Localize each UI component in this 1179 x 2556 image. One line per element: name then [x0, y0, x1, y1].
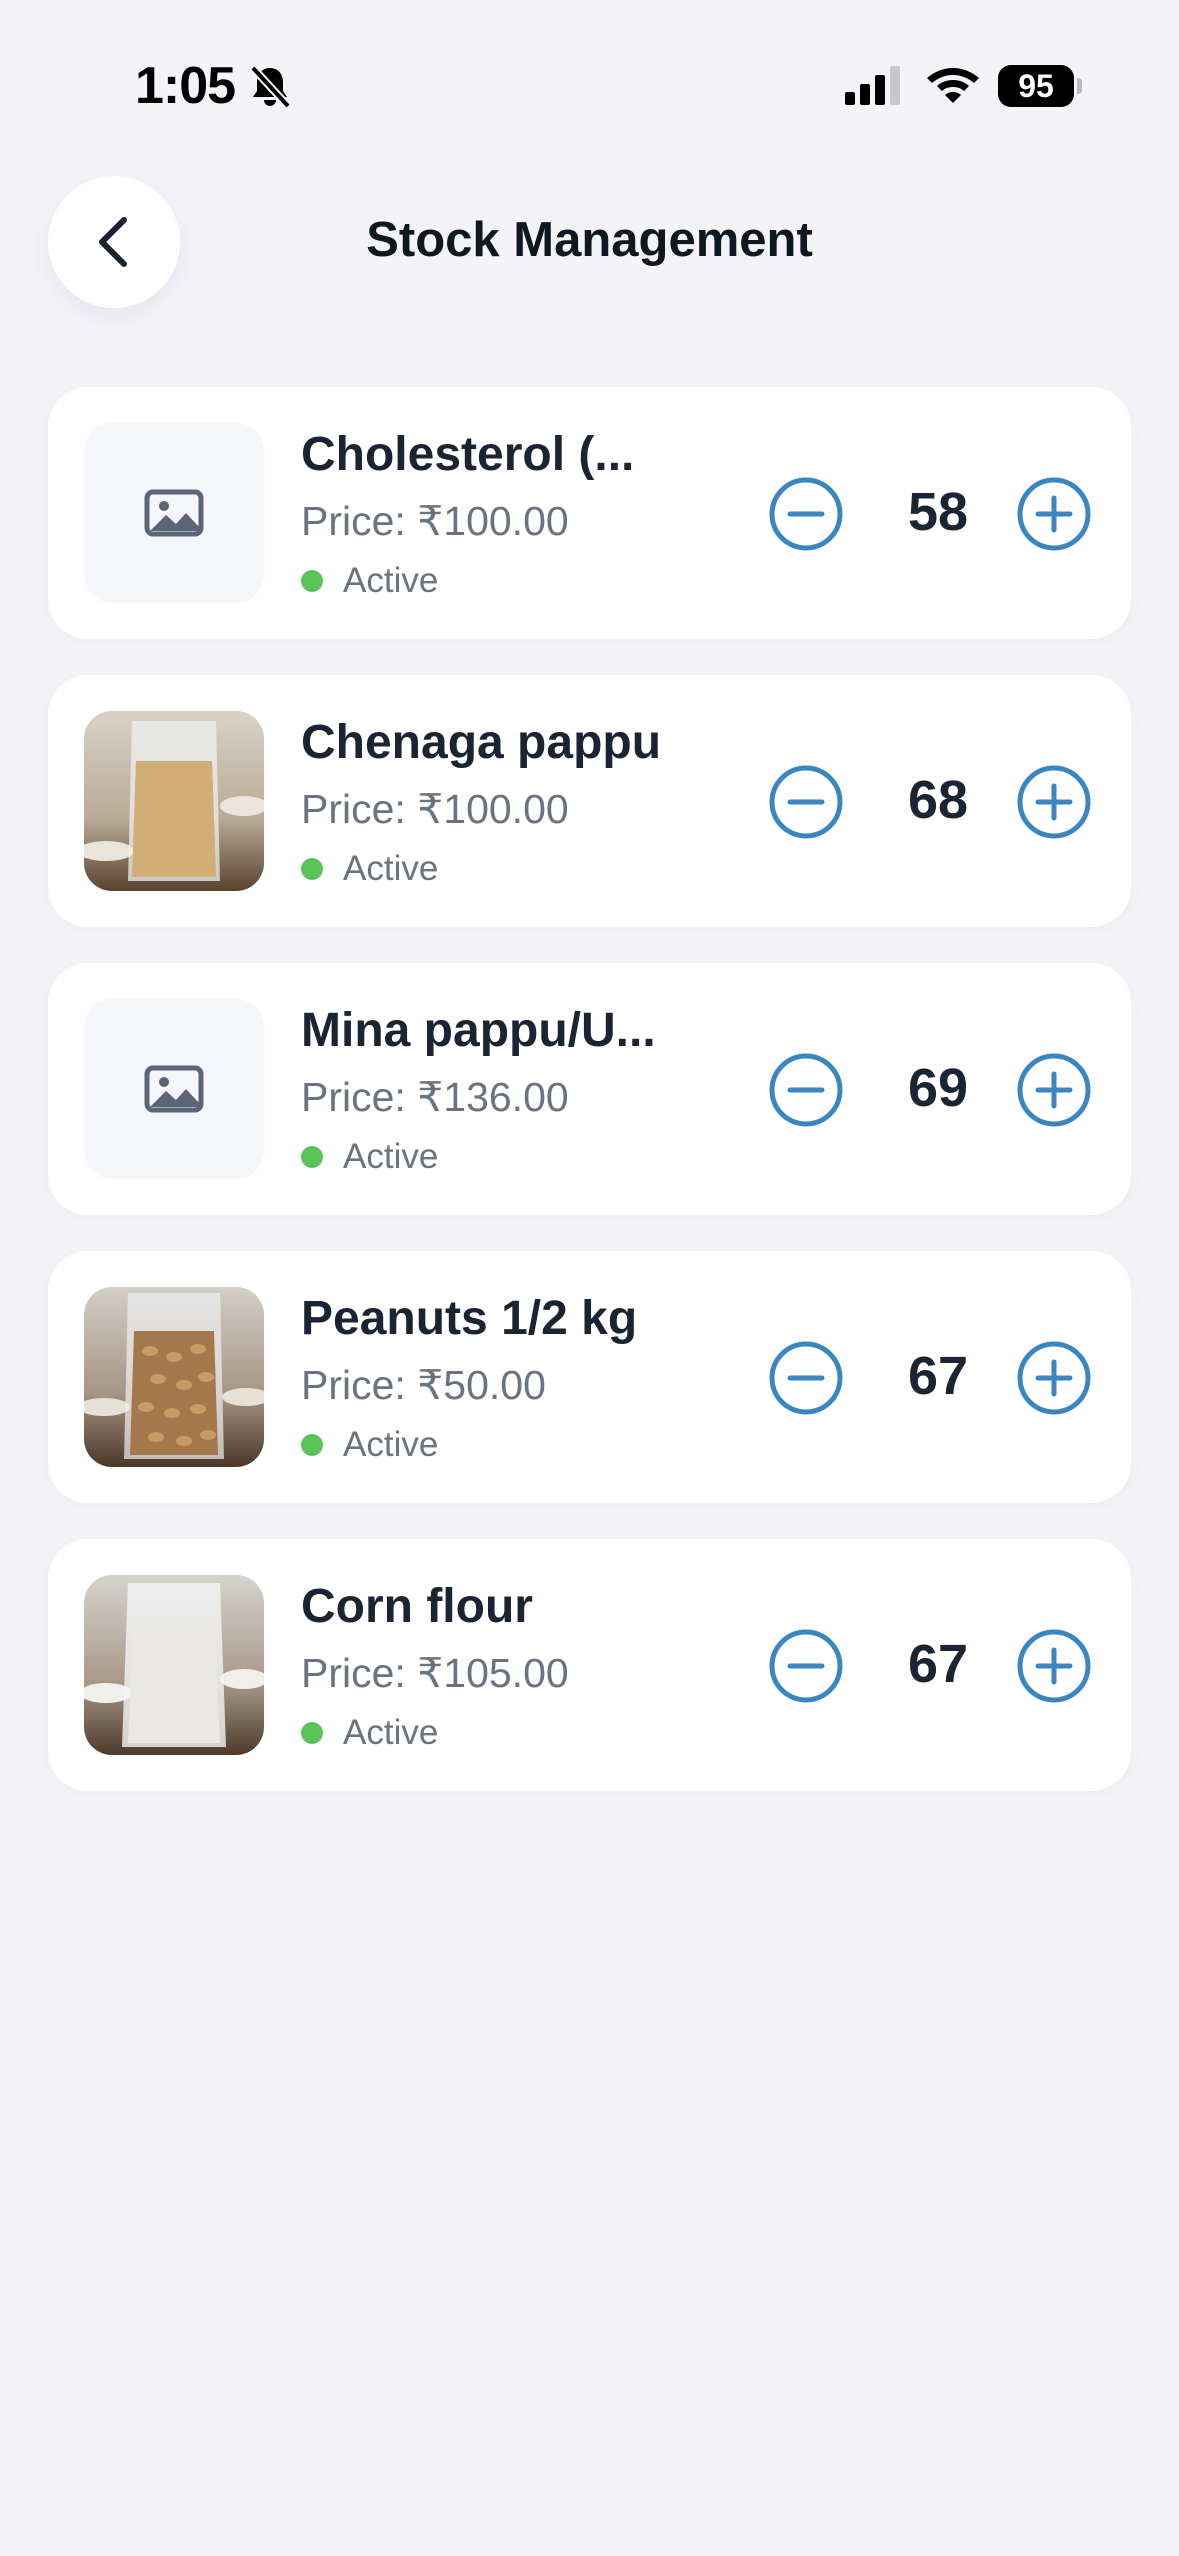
product-name: Cholesterol (... — [301, 428, 635, 481]
active-dot — [301, 1146, 323, 1168]
product-price: Price: ₹100.00 — [301, 498, 569, 544]
quantity-value: 69 — [907, 1058, 969, 1118]
active-dot — [301, 570, 323, 592]
page-title: Stock Management — [366, 213, 813, 267]
product-status-label: Active — [343, 1425, 439, 1464]
decrease-quantity-button[interactable] — [768, 476, 844, 552]
product-card[interactable]: Chenaga pappu Price: ₹100.00 Active 68 — [48, 675, 1131, 927]
active-dot — [301, 858, 323, 880]
product-card[interactable]: Cholesterol (... Price: ₹100.00 Active 5… — [48, 387, 1131, 639]
product-price: Price: ₹100.00 — [301, 786, 569, 832]
product-status-label: Active — [343, 849, 439, 888]
decrease-quantity-button[interactable] — [768, 1052, 844, 1128]
image-placeholder-icon — [144, 1065, 204, 1113]
product-price: Price: ₹105.00 — [301, 1650, 569, 1696]
product-status: Active — [301, 849, 438, 889]
product-status-label: Active — [343, 1137, 439, 1176]
increase-quantity-button[interactable] — [1016, 1628, 1092, 1704]
quantity-value: 67 — [907, 1634, 969, 1694]
image-placeholder-icon — [144, 489, 204, 537]
product-status: Active — [301, 1425, 438, 1465]
product-card[interactable]: Mina pappu/U... Price: ₹136.00 Active 69 — [48, 963, 1131, 1215]
increase-quantity-button[interactable] — [1016, 1052, 1092, 1128]
product-price: Price: ₹50.00 — [301, 1362, 546, 1408]
decrease-quantity-button[interactable] — [768, 1628, 844, 1704]
decrease-quantity-button[interactable] — [768, 764, 844, 840]
product-name: Chenaga pappu — [301, 716, 662, 769]
increase-quantity-button[interactable] — [1016, 476, 1092, 552]
cellular-signal-icon — [845, 66, 900, 105]
product-status: Active — [301, 1713, 438, 1753]
product-name: Corn flour — [301, 1580, 533, 1633]
flour-pouch-photo — [84, 1575, 264, 1755]
product-status: Active — [301, 1137, 438, 1177]
product-thumbnail — [84, 999, 264, 1179]
battery-indicator: 95 — [998, 65, 1074, 107]
status-bar: 1:05 95 — [0, 0, 1179, 170]
wifi-icon — [927, 68, 979, 103]
bell-muted-icon — [250, 65, 291, 109]
product-thumbnail — [84, 1575, 264, 1755]
quantity-value: 68 — [907, 770, 969, 830]
product-price: Price: ₹136.00 — [301, 1074, 569, 1120]
product-name: Mina pappu/U... — [301, 1004, 656, 1057]
battery-tip — [1077, 78, 1082, 94]
quantity-value: 58 — [907, 482, 969, 542]
quantity-value: 67 — [907, 1346, 969, 1406]
grain-pouch-photo — [84, 711, 264, 891]
product-status-label: Active — [343, 561, 439, 600]
increase-quantity-button[interactable] — [1016, 1340, 1092, 1416]
active-dot — [301, 1722, 323, 1744]
product-card[interactable]: Corn flour Price: ₹105.00 Active 67 — [48, 1539, 1131, 1791]
peanut-pouch-photo — [84, 1287, 264, 1467]
product-card[interactable]: Peanuts 1/2 kg Price: ₹50.00 Active 67 — [48, 1251, 1131, 1503]
increase-quantity-button[interactable] — [1016, 764, 1092, 840]
decrease-quantity-button[interactable] — [768, 1340, 844, 1416]
product-name: Peanuts 1/2 kg — [301, 1292, 638, 1345]
product-thumbnail — [84, 711, 264, 891]
product-thumbnail — [84, 1287, 264, 1467]
product-status-label: Active — [343, 1713, 439, 1752]
product-list: Cholesterol (... Price: ₹100.00 Active 5… — [48, 387, 1131, 1827]
active-dot — [301, 1434, 323, 1456]
product-status: Active — [301, 561, 438, 601]
status-time: 1:05 — [135, 57, 236, 115]
product-thumbnail — [84, 423, 264, 603]
